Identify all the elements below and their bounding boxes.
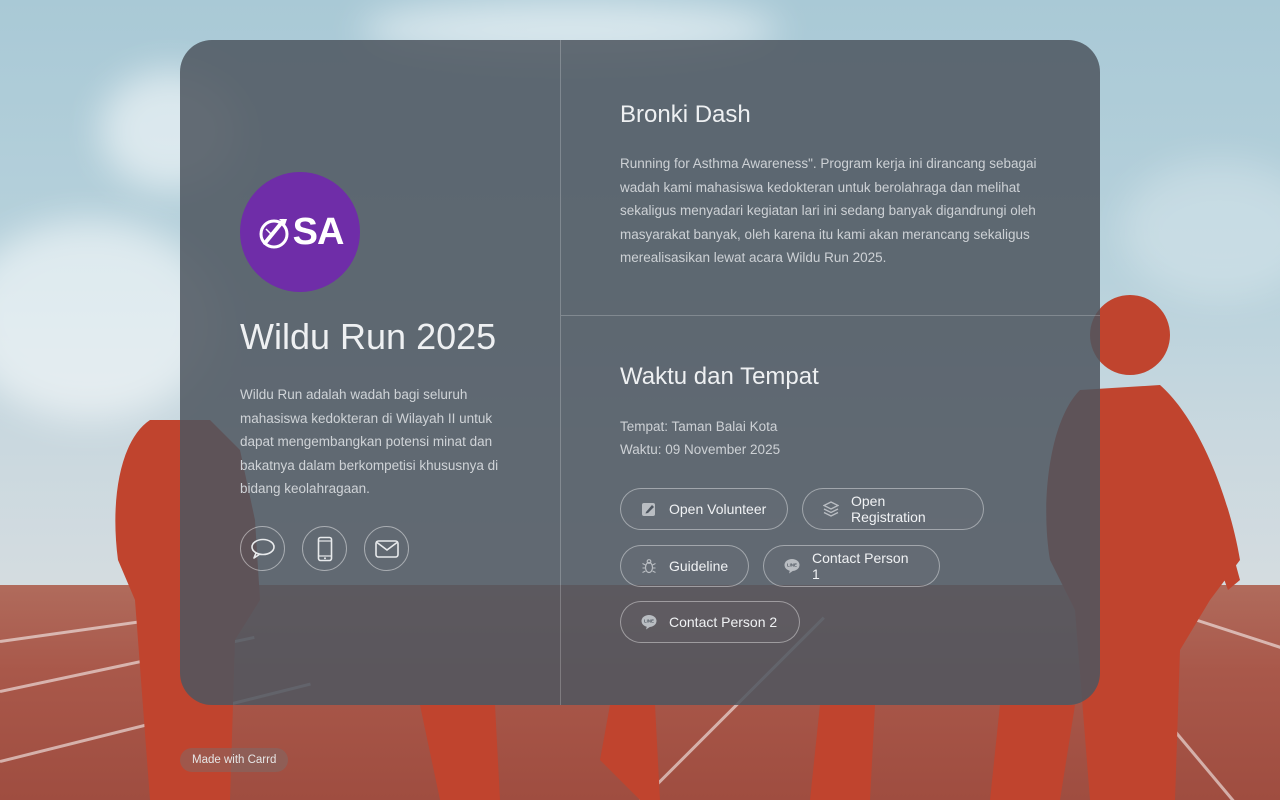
button-label: Guideline [669,558,729,574]
schedule-time: Waktu: 09 November 2025 [620,442,781,457]
line-icon: LINE [784,558,800,574]
svg-text:LINE: LINE [787,563,797,568]
mail-icon [374,539,399,558]
social-links [240,526,409,571]
runner-mid-legs [420,705,500,800]
runner-right-head [1090,295,1170,375]
phone-icon [317,536,332,561]
line-icon: LINE [641,614,657,630]
open-volunteer-button[interactable]: Open Volunteer [620,488,788,530]
page-title: Wildu Run 2025 [240,316,497,357]
schedule-place: Tempat: Taman Balai Kota [620,419,778,434]
runner-mid-legs [810,705,875,800]
edit-icon [641,501,657,517]
open-registration-button[interactable]: Open Registration [802,488,984,530]
made-with-carrd-link[interactable]: Made with Carrd [180,748,289,772]
main-card: SA Wildu Run 2025 Wildu Run adalah wadah… [180,40,1100,705]
bug-icon [641,558,657,574]
button-label: Open Volunteer [669,501,767,517]
runner-mid-legs [600,705,660,800]
chat-button[interactable] [240,526,285,571]
intro-section: SA Wildu Run 2025 Wildu Run adalah wadah… [180,40,560,705]
logo: SA [240,172,360,292]
contact-person-1-button[interactable]: LINE Contact Person 1 [763,545,940,587]
guideline-button[interactable]: Guideline [620,545,749,587]
logo-text: SA [292,210,345,253]
schedule-title: Waktu dan Tempat [620,363,819,390]
contact-person-2-button[interactable]: LINE Contact Person 2 [620,601,800,643]
chat-icon [250,538,275,559]
svg-text:LINE: LINE [644,619,654,624]
sa-logo-icon [259,219,289,249]
button-label: Contact Person 1 [812,550,909,582]
runner-mid-legs [990,705,1075,800]
mail-button[interactable] [364,526,409,571]
about-text: Running for Asthma Awareness". Program k… [620,156,1037,265]
layers-icon [823,501,839,517]
button-label: Contact Person 2 [669,614,778,630]
phone-button[interactable] [302,526,347,571]
details-section: Bronki Dash Running for Asthma Awareness… [561,40,1100,705]
button-label: Open Registration [851,493,926,525]
intro-description: Wildu Run adalah wadah bagi seluruh maha… [240,387,499,496]
about-title: Bronki Dash [620,101,751,128]
